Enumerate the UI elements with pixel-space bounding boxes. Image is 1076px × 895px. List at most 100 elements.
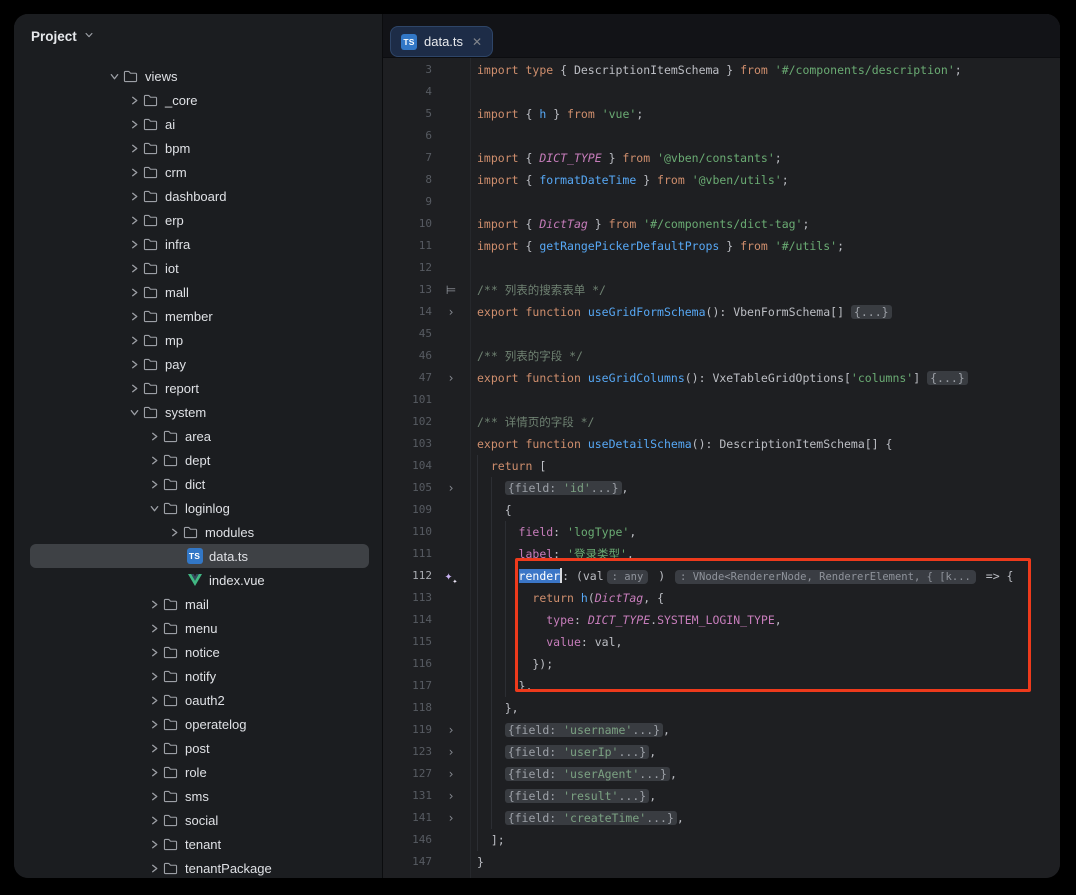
code-line-117[interactable]: 117 },: [383, 675, 1060, 697]
folded-region-chip[interactable]: {...}: [851, 305, 892, 319]
code-line-6[interactable]: 6: [383, 125, 1060, 147]
chevron-collapsed-icon[interactable]: [126, 287, 142, 298]
chevron-collapsed-icon[interactable]: [126, 359, 142, 370]
tree-item-system[interactable]: system: [14, 400, 382, 424]
code-line-45[interactable]: 45: [383, 323, 1060, 345]
chevron-collapsed-icon[interactable]: [146, 455, 162, 466]
chevron-collapsed-icon[interactable]: [146, 863, 162, 874]
fold-arrow-icon[interactable]: ›: [435, 477, 467, 499]
fold-arrow-icon[interactable]: ›: [435, 367, 467, 389]
code-line-123[interactable]: 123› {field: 'userIp'...},: [383, 741, 1060, 763]
code-line-11[interactable]: 11import { getRangePickerDefaultProps } …: [383, 235, 1060, 257]
chevron-expanded-icon[interactable]: [146, 503, 162, 514]
tree-item-report[interactable]: report: [14, 376, 382, 400]
tree-item-mail[interactable]: mail: [14, 592, 382, 616]
chevron-collapsed-icon[interactable]: [146, 839, 162, 850]
chevron-collapsed-icon[interactable]: [146, 647, 162, 658]
chevron-collapsed-icon[interactable]: [126, 167, 142, 178]
fold-arrow-icon[interactable]: ›: [435, 807, 467, 829]
chevron-collapsed-icon[interactable]: [126, 95, 142, 106]
code-line-146[interactable]: 146 ];: [383, 829, 1060, 851]
chevron-collapsed-icon[interactable]: [146, 479, 162, 490]
code-line-147[interactable]: 147}: [383, 851, 1060, 873]
chevron-collapsed-icon[interactable]: [126, 383, 142, 394]
code-line-7[interactable]: 7import { DICT_TYPE } from '@vben/consta…: [383, 147, 1060, 169]
chevron-collapsed-icon[interactable]: [126, 335, 142, 346]
tree-item-dashboard[interactable]: dashboard: [14, 184, 382, 208]
fold-arrow-icon[interactable]: ›: [435, 741, 467, 763]
code-line-127[interactable]: 127› {field: 'userAgent'...},: [383, 763, 1060, 785]
chevron-collapsed-icon[interactable]: [146, 767, 162, 778]
tree-item-tenant[interactable]: tenant: [14, 832, 382, 856]
chevron-collapsed-icon[interactable]: [126, 143, 142, 154]
code-line-113[interactable]: 113 return h(DictTag, {: [383, 587, 1060, 609]
chevron-collapsed-icon[interactable]: [146, 623, 162, 634]
chevron-collapsed-icon[interactable]: [126, 215, 142, 226]
chevron-collapsed-icon[interactable]: [146, 695, 162, 706]
chevron-collapsed-icon[interactable]: [126, 263, 142, 274]
code-line-10[interactable]: 10import { DictTag } from '#/components/…: [383, 213, 1060, 235]
chevron-collapsed-icon[interactable]: [146, 791, 162, 802]
tree-item-operatelog[interactable]: operatelog: [14, 712, 382, 736]
code-line-110[interactable]: 110 field: 'logType',: [383, 521, 1060, 543]
folded-region-chip[interactable]: {field: 'id'...}: [505, 481, 622, 495]
chevron-collapsed-icon[interactable]: [146, 599, 162, 610]
tree-item-mp[interactable]: mp: [14, 328, 382, 352]
editor-pane[interactable]: TS data.ts ✕ 3import type { DescriptionI…: [383, 14, 1060, 878]
tree-item-sms[interactable]: sms: [14, 784, 382, 808]
fold-arrow-icon[interactable]: ›: [435, 785, 467, 807]
tree-item-pay[interactable]: pay: [14, 352, 382, 376]
tree-item-bpm[interactable]: bpm: [14, 136, 382, 160]
code-line-46[interactable]: 46/** 列表的字段 */: [383, 345, 1060, 367]
code-line-114[interactable]: 114 type: DICT_TYPE.SYSTEM_LOGIN_TYPE,: [383, 609, 1060, 631]
fold-arrow-icon[interactable]: ›: [435, 719, 467, 741]
tree-item-oauth2[interactable]: oauth2: [14, 688, 382, 712]
code-line-14[interactable]: 14›export function useGridFormSchema(): …: [383, 301, 1060, 323]
tree-item-member[interactable]: member: [14, 304, 382, 328]
code-line-116[interactable]: 116 });: [383, 653, 1060, 675]
code-line-47[interactable]: 47›export function useGridColumns(): Vxe…: [383, 367, 1060, 389]
project-panel-header[interactable]: Project: [14, 14, 382, 58]
tree-item-role[interactable]: role: [14, 760, 382, 784]
folded-region-chip[interactable]: {field: 'userIp'...}: [505, 745, 649, 759]
code-line-5[interactable]: 5import { h } from 'vue';: [383, 103, 1060, 125]
tree-item-social[interactable]: social: [14, 808, 382, 832]
code-line-148[interactable]: 148: [383, 873, 1060, 878]
code-line-3[interactable]: 3import type { DescriptionItemSchema } f…: [383, 59, 1060, 81]
tree-item-infra[interactable]: infra: [14, 232, 382, 256]
code-line-103[interactable]: 103export function useDetailSchema(): De…: [383, 433, 1060, 455]
tree-item-notify[interactable]: notify: [14, 664, 382, 688]
code-line-111[interactable]: 111 label: '登录类型',: [383, 543, 1060, 565]
code-line-109[interactable]: 109 {: [383, 499, 1060, 521]
folded-region-chip[interactable]: {...}: [927, 371, 968, 385]
tree-item-index.vue[interactable]: index.vue: [14, 568, 382, 592]
chevron-collapsed-icon[interactable]: [126, 119, 142, 130]
fold-arrow-icon[interactable]: ›: [435, 301, 467, 323]
tree-item-post[interactable]: post: [14, 736, 382, 760]
chevron-collapsed-icon[interactable]: [146, 431, 162, 442]
close-icon[interactable]: ✕: [472, 35, 482, 49]
code-line-4[interactable]: 4: [383, 81, 1060, 103]
code-area[interactable]: 3import type { DescriptionItemSchema } f…: [383, 58, 1060, 878]
tree-item-crm[interactable]: crm: [14, 160, 382, 184]
fold-arrow-icon[interactable]: ›: [435, 763, 467, 785]
code-line-102[interactable]: 102/** 详情页的字段 */: [383, 411, 1060, 433]
folded-region-chip[interactable]: {field: 'username'...}: [505, 723, 663, 737]
code-line-115[interactable]: 115 value: val,: [383, 631, 1060, 653]
tree-item-views[interactable]: views: [14, 64, 382, 88]
code-line-112[interactable]: 112✦✦ render: (val: any ) : VNode<Render…: [383, 565, 1060, 587]
tree-item-_core[interactable]: _core: [14, 88, 382, 112]
chevron-collapsed-icon[interactable]: [146, 815, 162, 826]
code-line-131[interactable]: 131› {field: 'result'...},: [383, 785, 1060, 807]
tab-data-ts[interactable]: TS data.ts ✕: [390, 26, 493, 57]
folded-region-chip[interactable]: {field: 'userAgent'...}: [505, 767, 670, 781]
tree-item-menu[interactable]: menu: [14, 616, 382, 640]
code-line-8[interactable]: 8import { formatDateTime } from '@vben/u…: [383, 169, 1060, 191]
tree-item-iot[interactable]: iot: [14, 256, 382, 280]
tree-item-mall[interactable]: mall: [14, 280, 382, 304]
code-line-104[interactable]: 104 return [: [383, 455, 1060, 477]
chevron-collapsed-icon[interactable]: [126, 191, 142, 202]
tree-item-notice[interactable]: notice: [14, 640, 382, 664]
tree-item-tenantPackage[interactable]: tenantPackage: [14, 856, 382, 878]
project-dropdown-label[interactable]: Project: [31, 29, 77, 44]
